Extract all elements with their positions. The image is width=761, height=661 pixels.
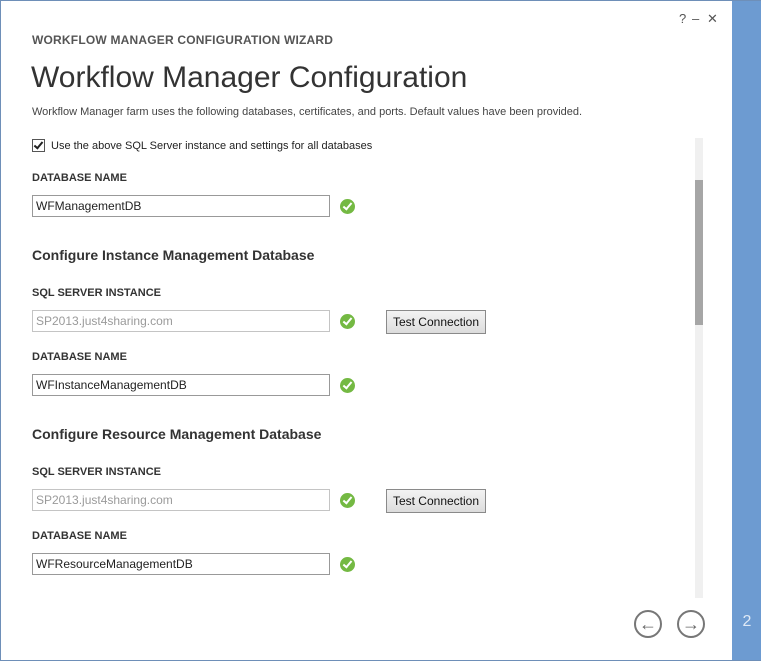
instance-db-label: DATABASE NAME xyxy=(32,351,127,363)
management-db-label: DATABASE NAME xyxy=(32,172,127,184)
step-number: 2 xyxy=(742,613,752,630)
instance-db-input[interactable] xyxy=(32,374,330,396)
page-title: Workflow Manager Configuration xyxy=(31,61,468,94)
resource-test-connection-button[interactable]: Test Connection xyxy=(386,489,486,513)
resource-sql-check-icon xyxy=(340,493,355,508)
instance-sql-input[interactable] xyxy=(32,310,330,332)
instance-section-title: Configure Instance Management Database xyxy=(32,247,315,263)
resource-sql-input[interactable] xyxy=(32,489,330,511)
use-same-sql-row[interactable]: Use the above SQL Server instance and se… xyxy=(32,139,372,152)
use-same-sql-label: Use the above SQL Server instance and se… xyxy=(51,139,373,152)
instance-test-connection-button[interactable]: Test Connection xyxy=(386,310,486,334)
next-arrow-icon[interactable]: → xyxy=(677,610,705,638)
page-description: Workflow Manager farm uses the following… xyxy=(32,106,583,118)
instance-db-check-icon xyxy=(340,378,355,393)
use-same-sql-checkbox[interactable] xyxy=(32,139,45,152)
resource-section-title: Configure Resource Management Database xyxy=(32,426,322,442)
vertical-scrollbar[interactable] xyxy=(695,138,703,598)
management-db-check-icon xyxy=(340,199,355,214)
resource-db-input[interactable] xyxy=(32,553,330,575)
minimize-icon[interactable]: – xyxy=(692,11,699,26)
resource-db-label: DATABASE NAME xyxy=(32,530,127,542)
close-icon[interactable]: ✕ xyxy=(707,11,718,27)
form-scroll-area: Use the above SQL Server instance and se… xyxy=(1,131,701,601)
wizard-title: WORKFLOW MANAGER CONFIGURATION WIZARD xyxy=(32,33,334,47)
wizard-window: ? – ✕ WORKFLOW MANAGER CONFIGURATION WIZ… xyxy=(0,0,761,661)
back-arrow-icon[interactable]: ← xyxy=(634,610,662,638)
instance-sql-label: SQL SERVER INSTANCE xyxy=(32,287,161,299)
resource-sql-label: SQL SERVER INSTANCE xyxy=(32,466,161,478)
wizard-step-rail: 2 xyxy=(732,1,761,660)
instance-sql-check-icon xyxy=(340,314,355,329)
resource-db-check-icon xyxy=(340,557,355,572)
help-icon[interactable]: ? xyxy=(679,11,686,26)
management-db-input[interactable] xyxy=(32,195,330,217)
scrollbar-thumb[interactable] xyxy=(695,180,703,325)
